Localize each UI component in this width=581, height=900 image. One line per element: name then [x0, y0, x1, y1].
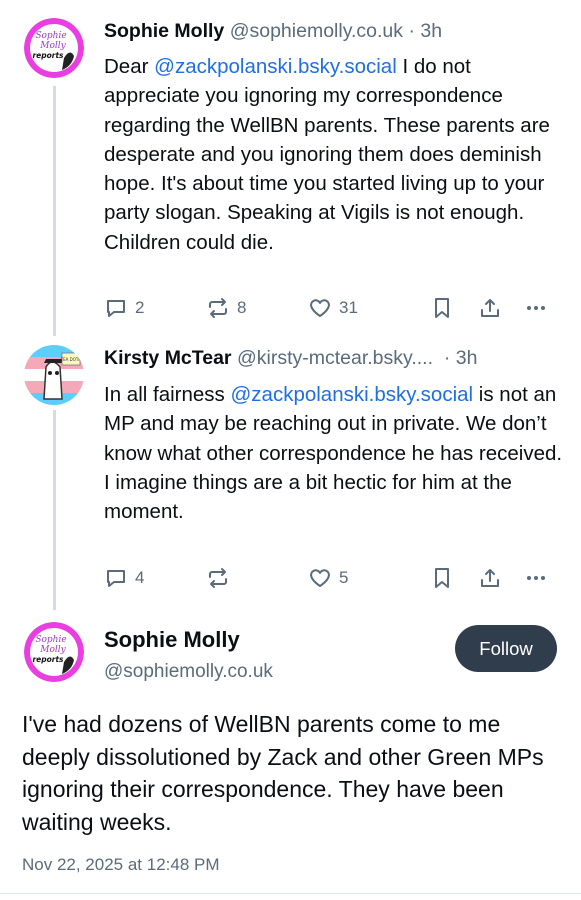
like-button[interactable]: 5	[308, 566, 348, 590]
reply-button[interactable]: 4	[104, 566, 144, 590]
share-button[interactable]	[478, 296, 502, 320]
thread-line	[53, 86, 56, 336]
repost-count: 8	[237, 298, 247, 317]
post-actions: 4 5	[104, 566, 554, 594]
reply-count: 4	[135, 568, 145, 587]
repost-icon	[209, 298, 227, 318]
avatar-text-line: reports	[32, 655, 64, 664]
user-handle[interactable]: @kirsty-mctear.bsky....	[237, 347, 433, 369]
follow-button[interactable]: Follow	[455, 625, 557, 672]
more-options-button[interactable]	[524, 566, 548, 590]
like-count: 31	[339, 298, 358, 317]
display-name[interactable]: Sophie Molly	[104, 20, 224, 42]
text-segment: Dear	[104, 55, 155, 78]
repost-button[interactable]: 8	[206, 296, 246, 320]
post-text: Dear @zackpolanski.bsky.social I do not …	[104, 52, 564, 257]
bookmark-icon	[435, 568, 449, 588]
thread-line	[53, 410, 56, 610]
separator-dot: ·	[438, 347, 451, 369]
avatar-text-line: Sophie	[35, 31, 66, 41]
like-icon	[310, 299, 330, 317]
user-handle[interactable]: @sophiemolly.co.uk	[104, 661, 273, 683]
reply-count: 2	[135, 298, 145, 317]
avatar[interactable]: Sophie Molly reports	[24, 622, 84, 682]
avatar-text-line: Sophie	[35, 635, 66, 645]
share-button[interactable]	[478, 566, 502, 590]
mention-link[interactable]: @zackpolanski.bsky.social	[230, 383, 473, 406]
post-text: I've had dozens of WellBN parents come t…	[22, 711, 544, 835]
avatar-text-line: reports	[32, 51, 64, 60]
mention-link[interactable]: @zackpolanski.bsky.social	[154, 55, 397, 78]
avatar-text-line: Molly	[39, 41, 66, 51]
text-segment: In all fairness	[104, 383, 231, 406]
bookmark-icon	[435, 298, 449, 318]
bookmark-button[interactable]	[430, 566, 454, 590]
post-text: In all fairness @zackpolanski.bsky.socia…	[104, 380, 564, 526]
separator-dot: ·	[408, 20, 415, 42]
more-icon	[527, 576, 545, 580]
text-segment: I do not appreciate you ignoring my corr…	[104, 55, 550, 254]
bookmark-button[interactable]	[430, 296, 454, 320]
post-timestamp[interactable]: Nov 22, 2025 at 12:48 PM	[22, 855, 220, 875]
like-count: 5	[339, 568, 349, 587]
avatar[interactable]: Sophie Molly reports	[24, 18, 84, 78]
repost-button[interactable]	[206, 566, 237, 590]
avatar[interactable]: TEA DOTH	[24, 345, 84, 405]
post-time[interactable]: 3h	[420, 20, 442, 42]
post-header: Sophie Molly @sophiemolly.co.uk · 3h	[104, 20, 442, 43]
user-handle[interactable]: @sophiemolly.co.uk	[230, 20, 403, 42]
post-header: Kirsty McTear @kirsty-mctear.bsky.... · …	[104, 347, 559, 370]
avatar-sign-text: TEA DOTH	[60, 357, 82, 362]
display-name[interactable]: Kirsty McTear	[104, 347, 232, 369]
repost-icon	[209, 568, 227, 588]
like-icon	[310, 569, 330, 587]
reply-button[interactable]: 2	[104, 296, 144, 320]
avatar-text-line: Molly	[39, 645, 66, 655]
more-icon	[527, 306, 545, 310]
divider	[0, 893, 581, 894]
share-icon	[481, 569, 499, 587]
reply-icon	[107, 570, 125, 587]
post-time[interactable]: 3h	[456, 347, 478, 369]
share-icon	[481, 299, 499, 317]
more-options-button[interactable]	[524, 296, 548, 320]
post-actions: 2 8 31	[104, 296, 554, 324]
like-button[interactable]: 31	[308, 296, 358, 320]
reply-icon	[107, 300, 125, 317]
display-name[interactable]: Sophie Molly	[104, 627, 240, 653]
